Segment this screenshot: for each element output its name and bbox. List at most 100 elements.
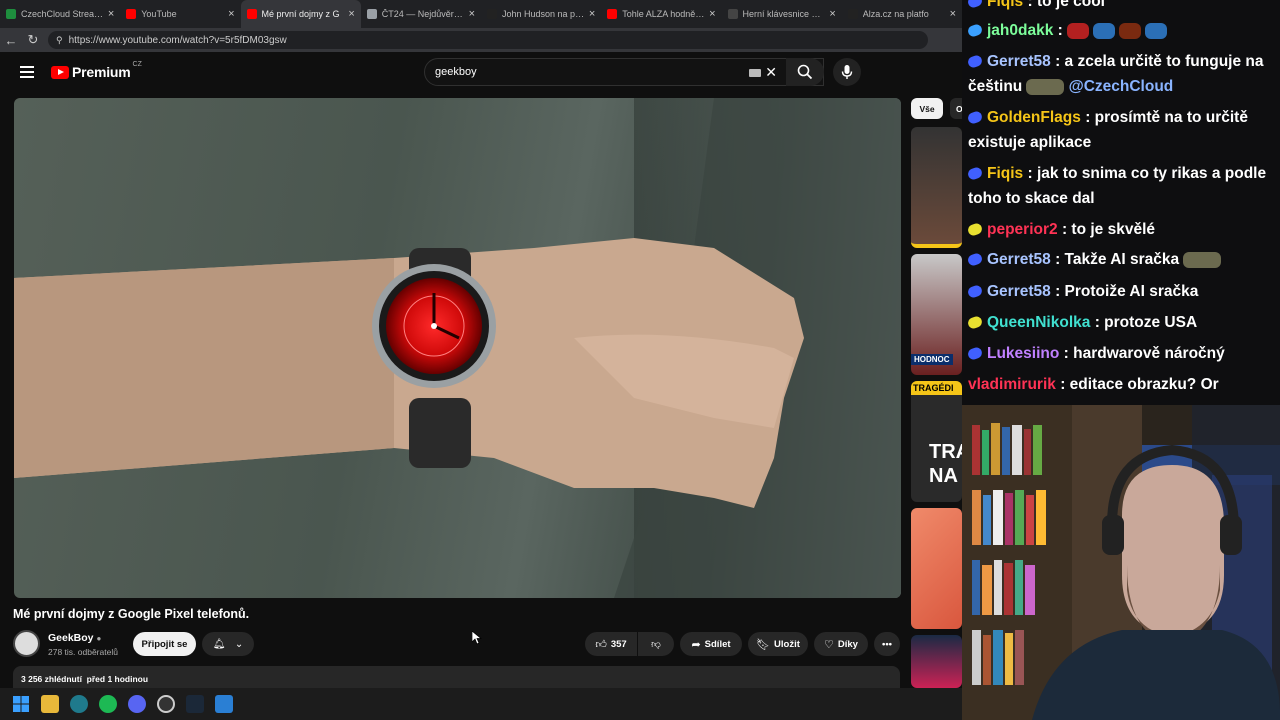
chat-text: :	[1057, 22, 1063, 39]
chat-emote-icon	[1144, 22, 1167, 39]
discord-icon[interactable]	[128, 695, 146, 713]
close-tab-icon[interactable]: ×	[348, 8, 354, 20]
chat-username[interactable]: peperior2	[987, 221, 1058, 238]
tab-favicon-icon	[727, 9, 738, 19]
chat-username[interactable]: Fiqis	[987, 0, 1023, 10]
share-button[interactable]: ➦ Sdílet	[680, 632, 742, 656]
thumbnail-caption: TRAGÉDI	[911, 381, 962, 395]
search-button[interactable]	[786, 58, 824, 86]
url-field[interactable]: ⚲ https://www.youtube.com/watch?v=5r5fDM…	[48, 31, 928, 49]
keyboard-icon[interactable]	[749, 69, 761, 77]
join-button[interactable]: Připojit se	[133, 632, 196, 656]
chat-emote-icon	[1026, 78, 1065, 95]
tab-title: Alza.cz na platfo	[862, 9, 929, 19]
related-video-thumbnail[interactable]: TRAGÉDI TRA NA	[911, 381, 962, 502]
view-count: 3 256 zhlédnutí	[21, 674, 82, 684]
save-button[interactable]: 🔖︎ Uložit	[748, 632, 808, 656]
related-video-thumbnail[interactable]	[911, 508, 962, 629]
related-video-thumbnail[interactable]: HODNOC	[911, 254, 962, 375]
chat-message: Lukesiino : hardwarově náročný	[966, 341, 1278, 366]
chat-mention[interactable]: @CzechCloud	[1069, 78, 1174, 95]
browser-tab[interactable]: Mé první dojmy z G ×	[240, 0, 361, 28]
dislike-button[interactable]: 👎︎	[638, 632, 674, 656]
chat-username[interactable]: Gerret58	[987, 251, 1051, 268]
thumbnail-caption: HODNOC	[911, 354, 953, 365]
browser-tab[interactable]: John Hudson na platfor ×	[481, 0, 601, 28]
close-tab-icon[interactable]: ×	[108, 8, 114, 20]
thumbs-up-icon: 👍︎	[595, 638, 607, 651]
chat-emote-icon	[1118, 22, 1141, 39]
chat-message: Gerret58 : Takže AI sračka	[966, 247, 1278, 272]
chat-text: : hardwarově náročný	[1063, 345, 1225, 362]
webcam-feed	[962, 405, 1280, 720]
chat-username[interactable]: QueenNikolka	[987, 314, 1090, 331]
notification-button[interactable]: 🔔︎ ⌄	[202, 632, 254, 656]
browser-tab[interactable]: YouTube ×	[120, 0, 240, 28]
steam-icon[interactable]	[186, 695, 204, 713]
more-icon: •••	[882, 638, 892, 650]
browser-tab[interactable]: CzechCloud Stream - W ×	[0, 0, 120, 28]
app-icon[interactable]	[215, 695, 233, 713]
youtube-premium-logo[interactable]: Premium CZ	[51, 61, 142, 80]
obs-icon[interactable]	[157, 695, 175, 713]
description-box[interactable]: 3 256 zhlédnutí před 1 hodinou	[13, 666, 900, 690]
close-tab-icon[interactable]: ×	[589, 8, 595, 20]
tab-title: Herní klávesnice Raptur	[742, 9, 826, 19]
chat-username[interactable]: Fiqis	[987, 165, 1023, 182]
site-info-icon[interactable]: ⚲	[56, 35, 63, 46]
chat-message: Fiqis : jak to snima co ty rikas a podle…	[966, 161, 1278, 211]
chat-username[interactable]: Gerret58	[987, 53, 1051, 70]
search-input[interactable]: geekboy ✕	[424, 58, 824, 86]
channel-name[interactable]: GeekBoy ●	[48, 632, 101, 644]
bell-icon: 🔔︎	[212, 638, 226, 650]
chat-message: jah0dakk :	[966, 18, 1278, 43]
close-tab-icon[interactable]: ×	[709, 8, 715, 20]
like-button[interactable]: 👍︎ 357	[585, 632, 637, 656]
chat-badge-icon	[966, 346, 984, 362]
tab-title: Mé první dojmy z G	[261, 9, 340, 19]
tab-favicon-icon	[487, 9, 497, 19]
thanks-button[interactable]: ♡ Díky	[814, 632, 868, 656]
close-tab-icon[interactable]: ×	[829, 8, 835, 20]
clear-search-icon[interactable]: ✕	[765, 64, 777, 81]
spotify-icon[interactable]	[99, 695, 117, 713]
chat-text: : protoze USA	[1094, 314, 1198, 331]
chat-username[interactable]: GoldenFlags	[987, 109, 1081, 126]
edge-browser-icon[interactable]	[70, 695, 88, 713]
related-video-thumbnail[interactable]	[911, 635, 962, 688]
chat-username[interactable]: jah0dakk	[987, 22, 1053, 39]
close-tab-icon[interactable]: ×	[950, 8, 956, 20]
video-player[interactable]	[14, 98, 901, 598]
verified-icon: ●	[96, 633, 102, 643]
chat-username[interactable]: vladimirurik	[968, 376, 1056, 393]
thumbnail-caption: TRA	[929, 441, 962, 463]
voice-search-button[interactable]	[833, 58, 861, 86]
file-explorer-icon[interactable]	[41, 695, 59, 713]
more-actions-button[interactable]: •••	[874, 632, 900, 656]
tab-favicon-icon	[847, 9, 858, 19]
browser-tab[interactable]: Herní klávesnice Raptur×	[722, 0, 842, 28]
tab-favicon-icon	[607, 9, 618, 19]
close-tab-icon[interactable]: ×	[228, 8, 234, 20]
windows-start-icon[interactable]	[12, 695, 30, 713]
url-text: https://www.youtube.com/watch?v=5r5fDM03…	[68, 34, 287, 46]
microphone-icon	[841, 65, 853, 79]
chat-message: Gerret58 : a zcela určitě to funguje na …	[966, 49, 1278, 99]
browser-tab[interactable]: ČT24 — Nejdůvěryhodn ×	[361, 0, 481, 28]
close-tab-icon[interactable]: ×	[469, 8, 475, 20]
chat-emote-icon	[1066, 22, 1089, 39]
chat-message: QueenNikolka : protoze USA	[966, 310, 1278, 335]
chip-all[interactable]: Vše	[911, 98, 943, 119]
reload-icon[interactable]: ↻	[22, 32, 44, 48]
back-icon[interactable]: ←	[0, 33, 22, 48]
chat-username[interactable]: Gerret58	[987, 283, 1051, 300]
related-video-thumbnail[interactable]	[911, 127, 962, 248]
windows-taskbar	[0, 688, 962, 720]
browser-tab[interactable]: Alza.cz na platfo ×	[842, 0, 962, 28]
thumbs-down-icon: 👎︎	[651, 639, 661, 650]
browser-tab[interactable]: Tohle ALZA hodně po ×	[601, 0, 721, 28]
channel-avatar[interactable]	[13, 630, 40, 657]
menu-icon[interactable]	[20, 66, 34, 78]
chat-badge-icon	[966, 284, 984, 300]
chat-username[interactable]: Lukesiino	[987, 345, 1059, 362]
